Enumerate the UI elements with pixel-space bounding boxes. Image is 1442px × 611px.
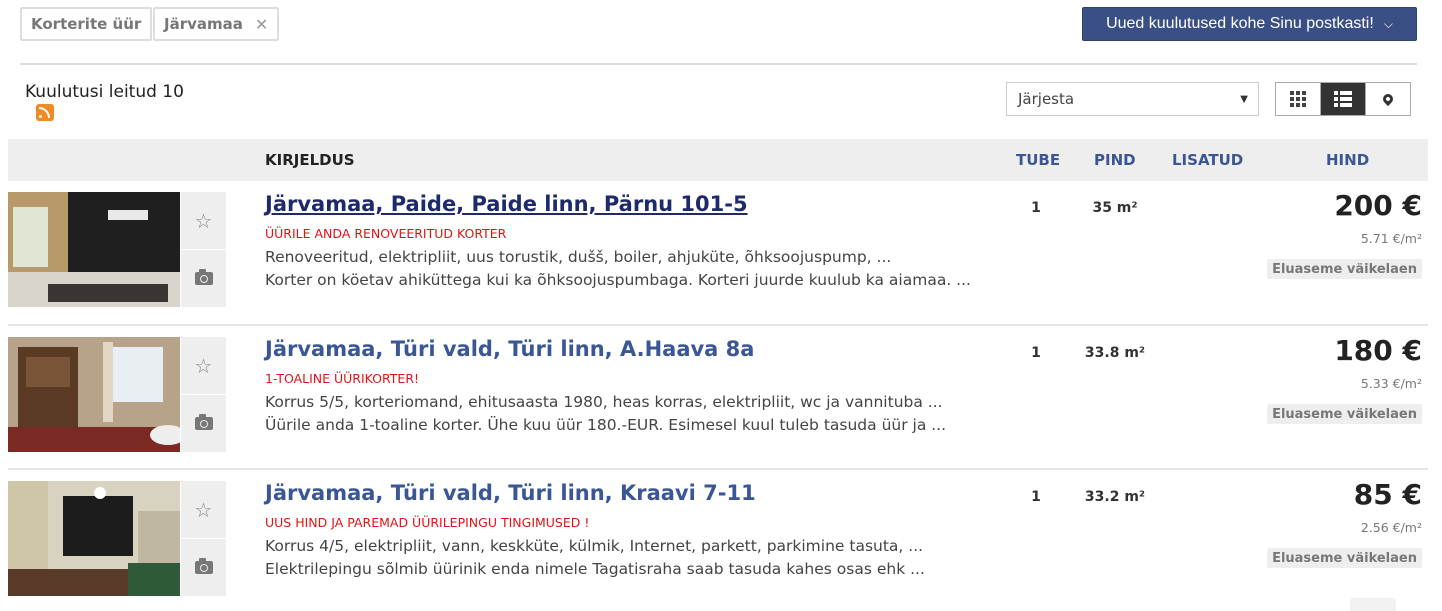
camera-icon bbox=[194, 414, 213, 430]
sort-select[interactable]: Järjesta ▼ bbox=[1006, 82, 1259, 116]
listing-price: 85 € bbox=[1353, 478, 1422, 511]
favorite-star-icon[interactable]: ☆ bbox=[181, 481, 226, 538]
column-header-tube[interactable]: TUBE bbox=[1016, 151, 1060, 169]
close-icon[interactable]: ✕ bbox=[255, 15, 268, 34]
grid-view-button[interactable] bbox=[1276, 83, 1321, 115]
map-pin-icon bbox=[1380, 91, 1396, 107]
table-row[interactable]: ☆ Järvamaa, Paide, Paide linn, Pärnu 101… bbox=[8, 189, 1428, 307]
listing-slogan: UUS HIND JA PAREMAD ÜÜRILEPINGU TINGIMUS… bbox=[265, 515, 590, 530]
listing-description-line: Korrus 4/5, elektripliit, vann, keskküte… bbox=[265, 537, 924, 555]
listing-actions: ☆ bbox=[181, 481, 226, 596]
listing-description-line: Renoveeritud, elektripliit, uus torustik… bbox=[265, 248, 892, 266]
listing-actions: ☆ bbox=[181, 192, 226, 307]
chevron-down-icon: ⌵ bbox=[1383, 16, 1393, 31]
camera-icon bbox=[194, 269, 213, 285]
table-header: KIRJELDUS TUBE PIND LISATUD HIND bbox=[8, 139, 1428, 181]
gallery-button[interactable] bbox=[181, 538, 226, 596]
listing-photo[interactable] bbox=[8, 481, 180, 596]
listing-slogan: ÜÜRILE ANDA RENOVEERITUD KORTER bbox=[265, 226, 507, 241]
listing-photo[interactable] bbox=[8, 192, 180, 307]
filter-chip-korterite-uur[interactable]: Korterite üür bbox=[20, 7, 153, 41]
loan-badge[interactable]: Eluaseme väikelaen bbox=[1267, 404, 1422, 424]
listing-slogan: 1-TOALINE ÜÜRIKORTER! bbox=[265, 371, 420, 386]
listing-area: 33.8 m² bbox=[1084, 345, 1146, 361]
loan-badge[interactable]: Eluaseme väikelaen bbox=[1267, 259, 1422, 279]
listing-rooms: 1 bbox=[1031, 345, 1041, 361]
listing-rooms: 1 bbox=[1031, 200, 1041, 216]
subscribe-label: Uued kuulutused kohe Sinu postkasti! bbox=[1106, 15, 1374, 32]
favorite-star-icon[interactable]: ☆ bbox=[181, 337, 226, 394]
listing-description-line: Elektrilepingu sõlmib üürinik enda nimel… bbox=[265, 560, 925, 578]
loan-badge[interactable]: Eluaseme väikelaen bbox=[1267, 548, 1422, 568]
listing-rooms: 1 bbox=[1031, 489, 1041, 505]
listing-area: 35 m² bbox=[1092, 200, 1138, 216]
divider bbox=[8, 324, 1428, 326]
gallery-button[interactable] bbox=[181, 249, 226, 307]
listing-price-per-m2: 5.71 €/m² bbox=[1360, 231, 1422, 246]
listing-area: 33.2 m² bbox=[1084, 489, 1146, 505]
subscribe-button[interactable]: Uued kuulutused kohe Sinu postkasti! ⌵ bbox=[1082, 7, 1417, 41]
divider bbox=[20, 63, 1417, 65]
filter-chip-label: Järvamaa bbox=[164, 15, 243, 33]
listing-description-line: Korter on köetav ahiküttega kui ka õhkso… bbox=[265, 271, 971, 289]
sort-select-value: Järjesta bbox=[1018, 90, 1075, 108]
column-header-hind[interactable]: HIND bbox=[1326, 151, 1369, 169]
listing-price: 200 € bbox=[1334, 189, 1422, 222]
listing-actions: ☆ bbox=[181, 337, 226, 452]
map-view-button[interactable] bbox=[1366, 83, 1410, 115]
favorite-star-icon[interactable]: ☆ bbox=[181, 192, 226, 249]
column-header-kirjeldus: KIRJELDUS bbox=[265, 151, 355, 169]
listing-title[interactable]: Järvamaa, Paide, Paide linn, Pärnu 101-5 bbox=[265, 192, 748, 216]
listing-price-per-m2: 2.56 €/m² bbox=[1360, 520, 1422, 535]
view-toggle bbox=[1275, 82, 1411, 116]
rss-icon[interactable] bbox=[36, 104, 54, 121]
scroll-hint bbox=[1350, 598, 1396, 611]
chevron-down-icon: ▼ bbox=[1240, 93, 1248, 105]
column-header-pind[interactable]: PIND bbox=[1094, 151, 1136, 169]
camera-icon bbox=[194, 558, 213, 574]
listing-title[interactable]: Järvamaa, Türi vald, Türi linn, Kraavi 7… bbox=[265, 481, 756, 505]
table-row[interactable]: ☆ Järvamaa, Türi vald, Türi linn, Kraavi… bbox=[8, 478, 1428, 596]
grid-icon bbox=[1290, 91, 1306, 107]
list-icon bbox=[1334, 91, 1352, 107]
listing-description-line: Korrus 5/5, korteriomand, ehitusaasta 19… bbox=[265, 393, 943, 411]
listing-photo[interactable] bbox=[8, 337, 180, 452]
divider bbox=[8, 468, 1428, 470]
listing-description-line: Üürile anda 1-toaline korter. Ühe kuu üü… bbox=[265, 416, 947, 434]
column-header-lisatud[interactable]: LISATUD bbox=[1172, 151, 1243, 169]
results-count: Kuulutusi leitud 10 bbox=[25, 82, 184, 102]
listing-price: 180 € bbox=[1334, 334, 1422, 367]
filter-chip-jarvamaa[interactable]: Järvamaa ✕ bbox=[153, 7, 280, 41]
table-row[interactable]: ☆ Järvamaa, Türi vald, Türi linn, A.Haav… bbox=[8, 334, 1428, 452]
list-view-button[interactable] bbox=[1321, 83, 1366, 115]
listing-price-per-m2: 5.33 €/m² bbox=[1360, 376, 1422, 391]
gallery-button[interactable] bbox=[181, 394, 226, 452]
filter-chip-label: Korterite üür bbox=[31, 15, 142, 33]
listing-title[interactable]: Järvamaa, Türi vald, Türi linn, A.Haava … bbox=[265, 337, 754, 361]
